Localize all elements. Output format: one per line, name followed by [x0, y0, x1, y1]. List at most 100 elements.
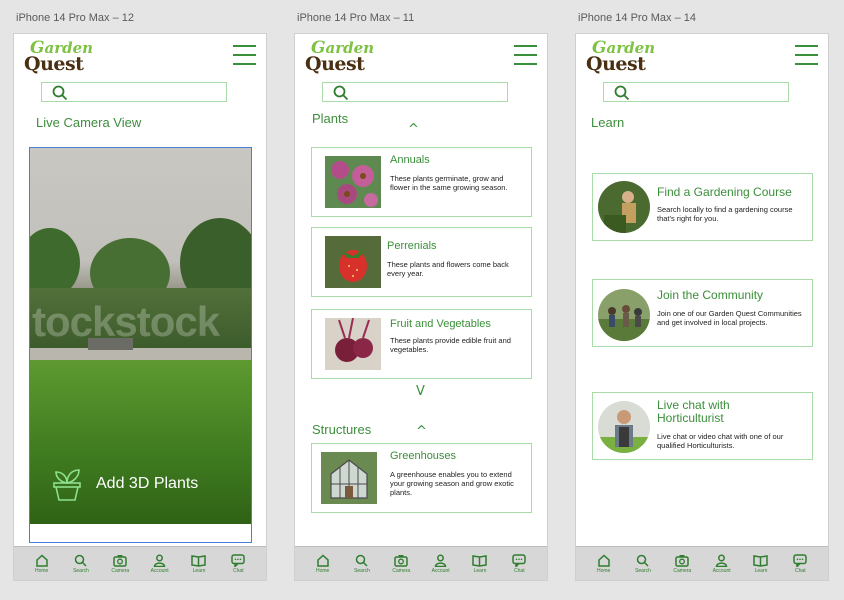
hamburger-menu-icon[interactable]: [233, 45, 256, 67]
nav-chat[interactable]: Chat: [223, 553, 253, 574]
logo-text-bottom: Quest: [586, 53, 646, 75]
chevron-down-icon[interactable]: V: [416, 384, 425, 399]
home-icon: [597, 553, 610, 567]
camera-icon: [394, 554, 409, 567]
card-description: Join one of our Garden Quest Communities…: [657, 309, 802, 327]
artboard-label-11: iPhone 14 Pro Max – 11: [297, 12, 415, 24]
phone-learn-screen: Garden Quest Learn Find a Gardening Cour…: [575, 33, 829, 581]
card-title: Join the Community: [657, 288, 764, 302]
bottom-navigation: Home Search Camera Account Learn Chat: [295, 546, 547, 580]
home-icon: [316, 553, 329, 567]
card-annuals[interactable]: Annuals These plants germinate, grow and…: [311, 147, 532, 217]
beetroot-image: [325, 318, 381, 370]
card-title: Fruit and Vegetables: [390, 318, 491, 330]
card-title: Find a Gardening Course: [657, 185, 792, 199]
garden-quest-logo[interactable]: Garden Quest: [586, 38, 656, 76]
card-description: These plants and flowers come back every…: [387, 260, 509, 278]
card-live-chat-horticulturist[interactable]: Live chat with Horticulturist Live chat o…: [592, 392, 813, 460]
structures-section-title: Structures: [312, 422, 372, 437]
bottom-navigation: Home Search Camera Account Learn Chat: [14, 546, 266, 580]
home-icon: [35, 553, 48, 567]
nav-search[interactable]: Search: [347, 554, 377, 574]
nav-account[interactable]: Account: [707, 554, 737, 574]
nav-chat[interactable]: Chat: [785, 553, 815, 574]
hamburger-menu-icon[interactable]: [514, 45, 537, 67]
account-icon: [153, 554, 166, 567]
annuals-flower-image: [325, 156, 381, 208]
nav-learn[interactable]: Learn: [184, 554, 214, 574]
nav-camera[interactable]: Camera: [105, 554, 135, 574]
chat-icon: [512, 553, 527, 567]
camera-view[interactable]: tockstock Add 3D Plants: [29, 147, 252, 543]
card-description: Search locally to find a gardening cours…: [657, 205, 793, 223]
card-title: Perrenials: [387, 240, 437, 252]
search-input[interactable]: [41, 82, 227, 102]
card-description: Live chat or video chat with one of our …: [657, 432, 784, 450]
nav-search[interactable]: Search: [628, 554, 658, 574]
card-description: A greenhouse enables you to extend your …: [390, 470, 514, 497]
search-icon: [614, 85, 630, 101]
page-title: Live Camera View: [36, 115, 142, 130]
card-title: Live chat with Horticulturist: [657, 398, 730, 425]
nav-account[interactable]: Account: [426, 554, 456, 574]
plants-section-title: Plants: [312, 111, 349, 126]
search-icon: [75, 554, 88, 567]
add-3d-plants-label: Add 3D Plants: [96, 475, 199, 492]
gardening-course-image: [598, 181, 650, 233]
nav-camera[interactable]: Camera: [386, 554, 416, 574]
strawberry-image: [325, 236, 381, 288]
search-icon: [52, 85, 68, 101]
search-icon: [333, 85, 349, 101]
artboard-label-12: iPhone 14 Pro Max – 12: [16, 12, 135, 24]
add-3d-plants-button[interactable]: Add 3D Plants: [52, 466, 198, 502]
nav-home[interactable]: Home: [27, 553, 57, 574]
horticulturist-image: [598, 401, 650, 453]
phone-plants-screen: Garden Quest Plants ^ Annuals These plan…: [294, 33, 548, 581]
potted-plant-icon: [53, 469, 81, 501]
watermark: tockstock: [32, 298, 220, 345]
account-icon: [434, 554, 447, 567]
card-find-gardening-course[interactable]: Find a Gardening Course Search locally t…: [592, 173, 813, 241]
logo-text-bottom: Quest: [305, 53, 365, 75]
book-icon: [753, 554, 769, 567]
nav-chat[interactable]: Chat: [504, 553, 534, 574]
nav-home[interactable]: Home: [308, 553, 338, 574]
nav-search[interactable]: Search: [66, 554, 96, 574]
card-fruit-and-vegetables[interactable]: Fruit and Vegetables These plants provid…: [311, 309, 532, 379]
greenhouse-image: [321, 452, 377, 504]
logo-text-bottom: Quest: [24, 53, 84, 75]
chevron-up-icon[interactable]: ^: [416, 424, 427, 439]
book-icon: [191, 554, 207, 567]
card-description: These plants provide edible fruit and ve…: [390, 336, 511, 354]
account-icon: [715, 554, 728, 567]
hamburger-menu-icon[interactable]: [795, 45, 818, 67]
search-icon: [637, 554, 650, 567]
nav-learn[interactable]: Learn: [746, 554, 776, 574]
garden-quest-logo[interactable]: Garden Quest: [24, 38, 94, 76]
search-input[interactable]: [322, 82, 508, 102]
camera-icon: [113, 554, 128, 567]
chat-icon: [793, 553, 808, 567]
phone-camera-screen: Garden Quest Live Camera View tockstock …: [13, 33, 267, 581]
community-image: [598, 289, 650, 341]
nav-learn[interactable]: Learn: [465, 554, 495, 574]
card-description: These plants germinate, grow and flower …: [390, 174, 508, 192]
bottom-navigation: Home Search Camera Account Learn Chat: [576, 546, 828, 580]
card-greenhouses[interactable]: Greenhouses A greenhouse enables you to …: [311, 443, 532, 513]
card-title: Greenhouses: [390, 450, 457, 462]
card-title: Annuals: [390, 154, 430, 166]
nav-camera[interactable]: Camera: [667, 554, 697, 574]
chevron-up-icon[interactable]: ^: [408, 122, 419, 137]
camera-icon: [675, 554, 690, 567]
nav-home[interactable]: Home: [589, 553, 619, 574]
artboard-label-14: iPhone 14 Pro Max – 14: [578, 12, 697, 24]
nav-account[interactable]: Account: [145, 554, 175, 574]
card-join-community[interactable]: Join the Community Join one of our Garde…: [592, 279, 813, 347]
chat-icon: [231, 553, 246, 567]
search-input[interactable]: [603, 82, 789, 102]
garden-quest-logo[interactable]: Garden Quest: [305, 38, 375, 76]
card-perrenials[interactable]: Perrenials These plants and flowers come…: [311, 227, 532, 297]
page-title: Learn: [591, 115, 625, 130]
book-icon: [472, 554, 488, 567]
search-icon: [356, 554, 369, 567]
